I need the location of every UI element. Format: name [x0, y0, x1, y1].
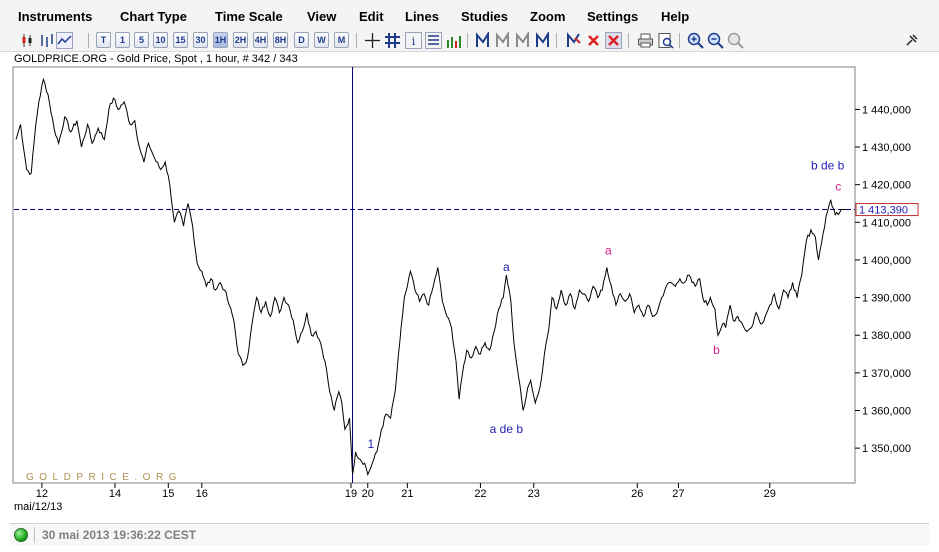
plot-area[interactable] — [12, 66, 856, 484]
connection-status-icon — [14, 528, 28, 542]
wave-annotation: a — [503, 260, 510, 274]
x-tick-label: 15 — [162, 488, 174, 500]
y-tick-label: 1 410,000 — [862, 217, 911, 229]
x-tick-label: 12 — [36, 488, 48, 500]
wave-annotation: b de b — [811, 159, 845, 173]
x-tick-label: 16 — [196, 488, 208, 500]
y-tick-label: 1 360,000 — [862, 405, 911, 417]
y-tick-label: 1 350,000 — [862, 443, 911, 455]
y-tick-label: 1 400,000 — [862, 255, 911, 267]
x-tick-label: 19 — [345, 488, 357, 500]
wave-annotation: 1 — [367, 437, 374, 451]
wave-annotation: c — [835, 179, 841, 193]
status-timestamp: 30 mai 2013 19:36:22 CEST — [42, 528, 197, 542]
price-chart[interactable]: 1 350,000 1 360,000 1 370,000 1 380,000 1 39… — [0, 0, 939, 552]
x-tick-label: 26 — [631, 488, 643, 500]
wave-annotation: a — [605, 243, 612, 257]
x-tick-label: 29 — [764, 488, 776, 500]
y-tick-label: 1 420,000 — [862, 180, 911, 192]
last-price-label: 1 413,390 — [859, 205, 908, 217]
y-tick-label: 1 390,000 — [862, 293, 911, 305]
status-separator — [34, 527, 35, 543]
x-tick-label: 23 — [528, 488, 540, 500]
wave-annotation: a de b — [490, 422, 524, 436]
y-tick-label: 1 380,000 — [862, 330, 911, 342]
y-tick-label: 1 430,000 — [862, 142, 911, 154]
x-tick-label: 20 — [362, 488, 374, 500]
x-tick-label: 27 — [672, 488, 684, 500]
x-axis-start-date: mai/12/13 — [14, 501, 63, 513]
y-tick-label: 1 440,000 — [862, 104, 911, 116]
status-bar: 30 mai 2013 19:36:22 CEST — [10, 523, 929, 545]
wave-annotation: b — [713, 343, 720, 357]
x-tick-label: 21 — [401, 488, 413, 500]
watermark: GOLDPRICE.ORG — [26, 472, 182, 483]
x-tick-label: 22 — [474, 488, 486, 500]
x-tick-label: 14 — [109, 488, 121, 500]
y-tick-label: 1 370,000 — [862, 368, 911, 380]
